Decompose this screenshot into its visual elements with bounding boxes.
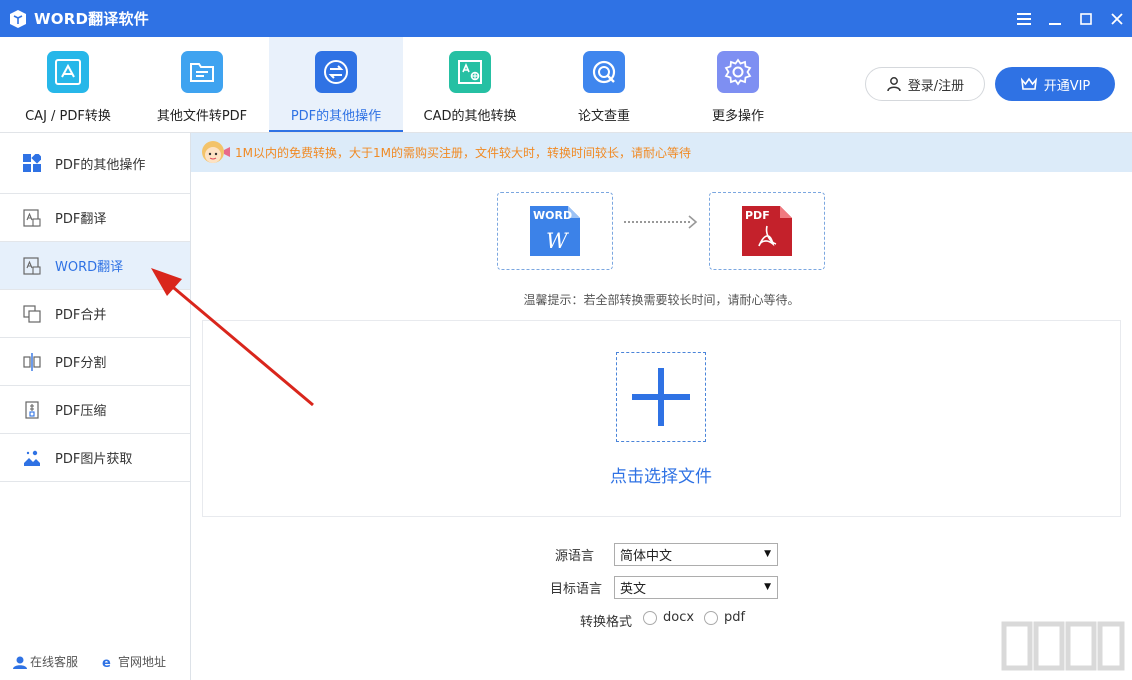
translate-icon — [22, 208, 42, 228]
tab-label: CAD的其他转换 — [403, 105, 537, 124]
tab-other-to-pdf[interactable]: 其他文件转PDF — [135, 37, 269, 132]
svg-text:e: e — [102, 656, 111, 669]
sidebar-header-label: PDF的其他操作 — [55, 154, 145, 173]
source-language-label: 源语言 — [494, 545, 594, 564]
menu-icon[interactable] — [1008, 0, 1039, 37]
tip-text: 温馨提示：若全部转换需要较长时间，请耐心等待。 — [191, 291, 1132, 308]
compress-icon — [22, 400, 42, 420]
user-icon — [886, 76, 902, 92]
customer-service-icon — [12, 655, 28, 669]
mascot-icon — [197, 138, 231, 168]
add-file-button[interactable] — [616, 352, 706, 442]
source-language-value: 简体中文 — [620, 545, 672, 564]
output-format-radio-group: docx pdf — [643, 610, 755, 625]
dropdown-arrow-icon: ▼ — [764, 549, 771, 559]
sidebar-item-label: PDF压缩 — [55, 400, 106, 419]
translate-icon — [22, 256, 42, 276]
main-toolbar: CAJ / PDF转换 其他文件转PDF PDF的其他操作 CAD的其他转换 论… — [0, 37, 1132, 133]
word-file-label: WORD — [533, 209, 572, 222]
target-language-label: 目标语言 — [502, 578, 602, 597]
title-bar: WORD翻译软件 — [0, 0, 1132, 37]
tab-caj-pdf-convert[interactable]: CAJ / PDF转换 — [1, 37, 135, 132]
convert-arrow-icon — [622, 213, 702, 231]
sidebar-item-pdf-split[interactable]: PDF分割 — [0, 338, 190, 386]
sidebar-item-word-translate[interactable]: WORD翻译 — [0, 242, 190, 290]
grid-icon — [22, 153, 42, 173]
sidebar-item-label: PDF翻译 — [55, 208, 106, 227]
dropdown-arrow-icon: ▼ — [764, 582, 771, 592]
pdf-target-box: PDF — [709, 192, 825, 270]
word-file-icon: WORD W — [528, 204, 582, 258]
official-website-link[interactable]: e 官网地址 — [100, 653, 166, 670]
app-logo-icon — [8, 9, 28, 29]
tab-cad-convert[interactable]: CAD的其他转换 — [403, 37, 537, 132]
format-pdf-radio[interactable]: pdf — [704, 610, 745, 625]
target-language-value: 英文 — [620, 578, 646, 597]
split-icon — [22, 352, 42, 372]
sidebar: PDF的其他操作 PDF翻译 WORD翻译 PDF合并 PDF分割 PDF压缩 — [0, 133, 191, 680]
cad-icon — [449, 51, 491, 93]
app-title: WORD翻译软件 — [34, 8, 149, 29]
plus-icon — [630, 366, 692, 428]
official-website-label: 官网地址 — [118, 653, 166, 670]
caj-pdf-convert-icon — [47, 51, 89, 93]
sidebar-item-label: PDF图片获取 — [55, 448, 132, 467]
tab-label: 论文查重 — [537, 105, 671, 124]
sidebar-item-pdf-compress[interactable]: PDF压缩 — [0, 386, 190, 434]
tab-paper-check[interactable]: 论文查重 — [537, 37, 671, 132]
notice-text: 1M以内的免费转换，大于1M的需购买注册，文件较大时，转换时间较长，请耐心等待 — [235, 144, 691, 161]
browser-e-icon: e — [100, 655, 116, 669]
tab-label: PDF的其他操作 — [269, 105, 403, 124]
format-option-label: pdf — [724, 610, 745, 625]
word-source-box: WORD W — [497, 192, 613, 270]
vip-label: 开通VIP — [1044, 75, 1091, 94]
crown-icon — [1020, 76, 1038, 92]
radio-button[interactable] — [643, 611, 657, 625]
sidebar-item-pdf-image-extract[interactable]: PDF图片获取 — [0, 434, 190, 482]
sidebar-item-pdf-translate[interactable]: PDF翻译 — [0, 194, 190, 242]
notice-bar: 1M以内的免费转换，大于1M的需购买注册，文件较大时，转换时间较长，请耐心等待 — [191, 133, 1132, 172]
search-check-icon — [583, 51, 625, 93]
minimize-icon[interactable] — [1039, 0, 1070, 37]
pdf-file-icon: PDF — [740, 204, 794, 258]
format-option-label: docx — [663, 610, 694, 625]
tab-label: CAJ / PDF转换 — [1, 105, 135, 124]
image-extract-icon — [22, 448, 42, 468]
login-register-button[interactable]: 登录/注册 — [865, 67, 985, 101]
sidebar-item-label: WORD翻译 — [55, 256, 123, 275]
maximize-icon[interactable] — [1070, 0, 1101, 37]
pdf-file-label: PDF — [745, 209, 770, 222]
login-label: 登录/注册 — [908, 75, 964, 94]
word-file-glyph: W — [546, 229, 570, 253]
tab-label: 其他文件转PDF — [135, 105, 269, 124]
watermark-logo — [1000, 618, 1126, 678]
folder-icon — [181, 51, 223, 93]
exchange-icon — [315, 51, 357, 93]
format-docx-radio[interactable]: docx — [643, 610, 694, 625]
gear-icon — [717, 51, 759, 93]
online-service-label: 在线客服 — [30, 653, 78, 670]
open-vip-button[interactable]: 开通VIP — [995, 67, 1115, 101]
close-icon[interactable] — [1101, 0, 1132, 37]
output-format-label: 转换格式 — [532, 611, 632, 630]
source-language-select[interactable]: 简体中文 ▼ — [614, 543, 778, 566]
online-service-link[interactable]: 在线客服 — [12, 653, 78, 670]
tab-label: 更多操作 — [671, 105, 805, 124]
tab-pdf-other-ops[interactable]: PDF的其他操作 — [269, 37, 403, 132]
sidebar-header: PDF的其他操作 — [0, 133, 190, 194]
sidebar-item-label: PDF合并 — [55, 304, 106, 323]
sidebar-item-label: PDF分割 — [55, 352, 106, 371]
merge-icon — [22, 304, 42, 324]
target-language-select[interactable]: 英文 ▼ — [614, 576, 778, 599]
radio-button[interactable] — [704, 611, 718, 625]
sidebar-footer: 在线客服 e 官网地址 — [12, 653, 188, 670]
choose-file-link[interactable]: 点击选择文件 — [561, 462, 761, 487]
sidebar-item-pdf-merge[interactable]: PDF合并 — [0, 290, 190, 338]
tab-more-ops[interactable]: 更多操作 — [671, 37, 805, 132]
